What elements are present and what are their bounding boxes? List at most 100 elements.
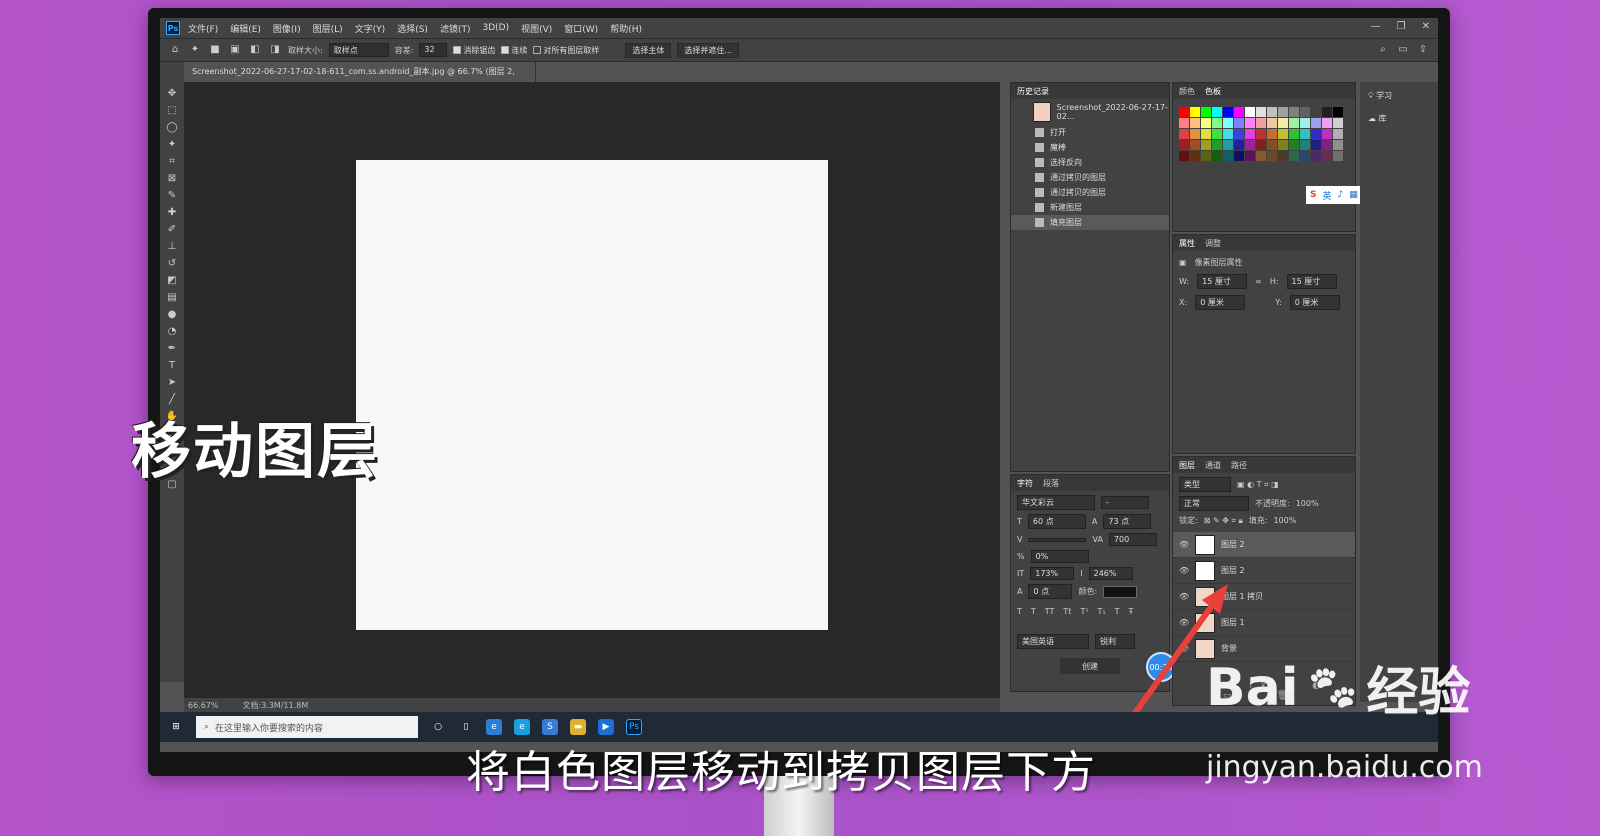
color-swatch[interactable] [1311,129,1321,139]
color-swatch[interactable] [1278,118,1288,128]
small-caps-icon[interactable]: Tt [1063,607,1071,616]
color-swatch[interactable] [1234,129,1244,139]
menu-layer[interactable]: 图层(L) [313,22,343,35]
create-button[interactable]: 创建 [1060,658,1120,674]
menu-image[interactable]: 图像(I) [273,22,301,35]
color-swatch[interactable] [1289,107,1299,117]
color-swatch[interactable] [1256,140,1266,150]
color-swatch[interactable] [1267,107,1277,117]
filter-icons[interactable]: ▣ ◐ T ⌗ ◨ [1237,480,1279,490]
browser-icon[interactable]: e [486,719,502,735]
color-swatch[interactable] [1300,118,1310,128]
color-swatch[interactable] [1190,118,1200,128]
color-swatch[interactable] [1300,151,1310,161]
faux-italic-icon[interactable]: T [1031,607,1036,616]
tab-swatches[interactable]: 色板 [1205,86,1221,97]
dodge-tool-icon[interactable]: ◔ [165,326,179,338]
color-swatch[interactable] [1201,151,1211,161]
menu-3d[interactable]: 3D(D) [482,23,509,33]
color-swatch[interactable] [1234,118,1244,128]
cortana-icon[interactable]: ○ [430,719,446,735]
magic-wand-tool-icon[interactable]: ✦ [165,139,179,151]
color-swatch[interactable] [1223,140,1233,150]
underline-icon[interactable]: T [1115,607,1120,616]
color-swatch[interactable] [1333,140,1343,150]
color-swatch[interactable] [1311,107,1321,117]
new-selection-icon[interactable]: ■ [208,44,222,56]
menu-filter[interactable]: 滤镜(T) [440,22,471,35]
visibility-eye-icon[interactable]: 👁︎ [1179,566,1189,575]
document-tab[interactable]: Screenshot_2022-06-27-17-02-18-611_com.s… [186,62,536,96]
color-swatch[interactable] [1300,107,1310,117]
crop-tool-icon[interactable]: ⌗ [165,156,179,168]
color-swatch[interactable] [1234,107,1244,117]
history-item[interactable]: 通过拷贝的图层 [1011,185,1169,200]
magic-wand-icon[interactable]: ✦ [188,44,202,56]
color-swatch[interactable] [1212,151,1222,161]
eyedropper-tool-icon[interactable]: ✎ [165,190,179,202]
tab-paragraph[interactable]: 段落 [1043,478,1059,489]
minimize-button[interactable]: — [1371,21,1381,32]
color-swatch[interactable] [1201,129,1211,139]
color-swatch[interactable] [1311,118,1321,128]
tab-channels[interactable]: 通道 [1205,460,1221,471]
pen-tool-icon[interactable]: ✒ [165,343,179,355]
color-swatch[interactable] [1322,140,1332,150]
restore-button[interactable]: ❐ [1397,21,1406,32]
color-swatch[interactable] [1212,140,1222,150]
blend-mode-select[interactable]: 正常 [1179,496,1249,511]
color-swatch[interactable] [1256,118,1266,128]
color-swatch[interactable] [1267,118,1277,128]
color-swatch[interactable] [1333,151,1343,161]
select-subject-button[interactable]: 选择主体 [625,42,672,58]
menu-view[interactable]: 视图(V) [521,22,552,35]
tab-adjustments[interactable]: 调整 [1205,238,1221,249]
color-swatch[interactable] [1223,151,1233,161]
color-swatch[interactable] [1278,140,1288,150]
visibility-eye-icon[interactable]: 👁︎ [1179,540,1189,549]
color-swatch[interactable] [1190,140,1200,150]
gradient-tool-icon[interactable]: ▤ [165,292,179,304]
color-swatch[interactable] [1322,118,1332,128]
menu-help[interactable]: 帮助(H) [610,22,642,35]
add-selection-icon[interactable]: ▣ [228,44,242,56]
color-swatch[interactable] [1311,140,1321,150]
color-swatch[interactable] [1322,151,1332,161]
color-swatch[interactable] [1179,118,1189,128]
color-swatch[interactable] [1256,151,1266,161]
x-input[interactable]: 0 厘米 [1195,295,1246,310]
marquee-tool-icon[interactable]: ⬚ [165,105,179,117]
height-input[interactable]: 15 厘寸 [1286,274,1337,289]
color-swatch[interactable] [1179,151,1189,161]
move-tool-icon[interactable]: ✥ [165,88,179,100]
subtract-selection-icon[interactable]: ◧ [248,44,262,56]
link-icon[interactable]: ∞ [1255,277,1262,286]
menu-select[interactable]: 选择(S) [397,22,428,35]
color-swatch[interactable] [1333,107,1343,117]
blur-tool-icon[interactable]: ● [165,309,179,321]
color-swatch[interactable] [1289,129,1299,139]
search-icon[interactable]: ⌕ [1376,44,1390,56]
stamp-tool-icon[interactable]: ⊥ [165,241,179,253]
color-swatch[interactable] [1212,107,1222,117]
color-swatch[interactable] [1245,118,1255,128]
baseline-input[interactable]: 0 点 [1028,584,1073,599]
color-swatch[interactable] [1256,129,1266,139]
contiguous-checkbox[interactable]: 连续 [501,45,527,56]
color-swatch[interactable] [1278,107,1288,117]
color-swatch[interactable] [1212,129,1222,139]
workspace-icon[interactable]: ▭ [1396,44,1410,56]
healing-tool-icon[interactable]: ✚ [165,207,179,219]
font-style-select[interactable]: - [1101,496,1149,509]
file-explorer-icon[interactable]: ▬ [570,719,586,735]
color-swatch[interactable] [1267,129,1277,139]
font-size-input[interactable]: 60 点 [1027,514,1086,529]
zoom-level[interactable]: 66.67% [188,701,219,710]
taskbar-search-input[interactable]: ⌕ 在这里输入你要搜索的内容 [196,716,418,738]
photoshop-taskbar-icon[interactable]: Ps [626,719,642,735]
tab-properties[interactable]: 属性 [1179,238,1195,249]
tracking-input[interactable]: 700 [1108,533,1157,546]
history-item[interactable]: 通过拷贝的图层 [1011,170,1169,185]
color-swatch[interactable] [1234,140,1244,150]
ime-lang-label[interactable]: 英 [1322,189,1331,202]
